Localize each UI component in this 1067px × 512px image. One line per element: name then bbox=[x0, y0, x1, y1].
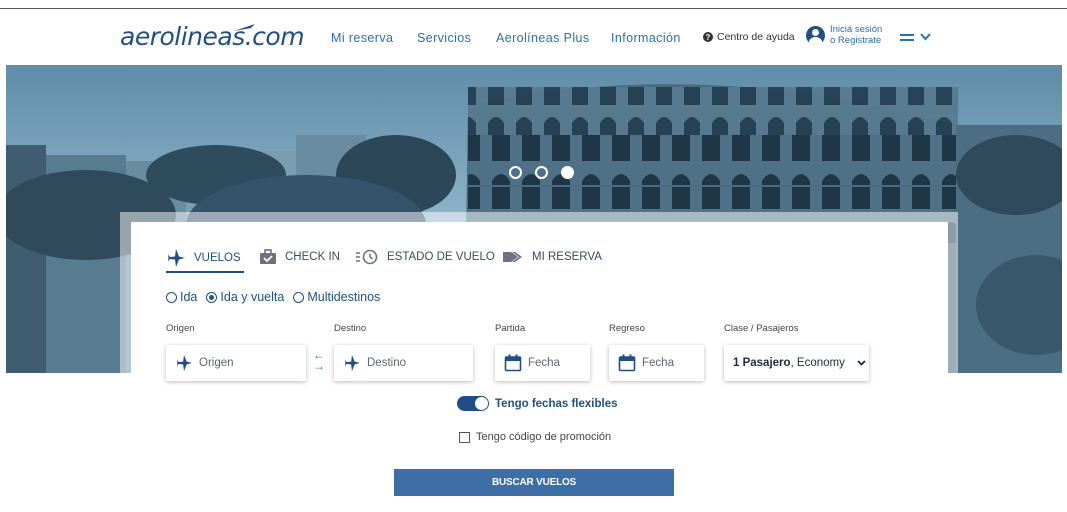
swap-route-button[interactable]: ← → bbox=[313, 349, 325, 373]
radio-multidestinos-circle bbox=[293, 291, 305, 303]
promo-code-row: Tengo código de promoción bbox=[459, 431, 611, 443]
radio-multidestinos-label: Multidestinos bbox=[307, 290, 381, 304]
destination-label: Destino bbox=[334, 323, 367, 334]
tab-mi-reserva-label: MI RESERVA bbox=[532, 251, 602, 263]
briefcase-check-icon bbox=[260, 249, 276, 264]
help-center-link[interactable]: ? Centro de ayuda bbox=[703, 31, 795, 43]
class-passengers-label: Clase / Pasajeros bbox=[724, 323, 799, 334]
nav-servicios[interactable]: Servicios bbox=[417, 31, 471, 45]
radio-multidestinos[interactable]: Multidestinos bbox=[293, 290, 380, 304]
class-passengers-select[interactable]: 1 Pasajero, Economy bbox=[724, 345, 869, 381]
departure-date-input[interactable]: Fecha bbox=[495, 345, 590, 381]
calendar-icon bbox=[618, 354, 636, 372]
tab-check-in-label: CHECK IN bbox=[285, 251, 340, 263]
chevron-down-icon bbox=[857, 360, 866, 366]
flight-status-clock-icon bbox=[356, 249, 378, 265]
main-menu-button[interactable] bbox=[900, 33, 931, 41]
login-line-2: o Registrate bbox=[830, 35, 882, 46]
origin-label: Origen bbox=[166, 323, 195, 334]
radio-ida-label: Ida bbox=[180, 290, 198, 304]
airplane-icon bbox=[344, 355, 360, 371]
nav-informacion[interactable]: Información bbox=[611, 31, 681, 45]
arrow-right-icon: → bbox=[313, 359, 325, 373]
flexible-dates-label: Tengo fechas flexibles bbox=[495, 397, 618, 410]
carousel-dot-3[interactable] bbox=[561, 166, 574, 179]
active-tab-indicator bbox=[166, 271, 244, 273]
departure-label: Partida bbox=[495, 323, 526, 334]
radio-ida[interactable]: Ida bbox=[166, 290, 197, 304]
airplane-icon bbox=[168, 249, 185, 267]
promo-code-checkbox[interactable] bbox=[459, 431, 470, 443]
tab-vuelos[interactable]: VUELOS bbox=[166, 249, 241, 267]
login-line-1: Iniciá sesión bbox=[830, 24, 883, 35]
aerolineas-logo[interactable]: aerolineas.com bbox=[120, 22, 305, 51]
plane-swoosh-icon bbox=[234, 24, 255, 31]
tab-check-in[interactable]: CHECK IN bbox=[259, 249, 340, 265]
tag-icon bbox=[503, 252, 522, 262]
tab-estado-de-vuelo[interactable]: ESTADO DE VUELO bbox=[355, 249, 495, 265]
carousel-dot-2[interactable] bbox=[535, 166, 548, 179]
return-label: Regreso bbox=[609, 323, 645, 334]
login-button[interactable]: Iniciá sesión o Registrate bbox=[806, 24, 882, 46]
carousel-dot-1[interactable] bbox=[509, 166, 522, 179]
carousel-dots bbox=[509, 166, 574, 179]
user-icon bbox=[806, 25, 825, 45]
airplane-icon bbox=[176, 355, 192, 371]
chevron-down-icon bbox=[920, 33, 931, 41]
site-header: aerolineas.com Mi reserva Servicios Aero… bbox=[0, 9, 1067, 65]
promo-code-label: Tengo código de promoción bbox=[476, 431, 612, 443]
return-date-input[interactable]: Fecha bbox=[609, 345, 704, 381]
radio-ida-y-vuelta-circle bbox=[206, 291, 218, 303]
origin-input[interactable]: Origen bbox=[166, 345, 306, 381]
radio-ida-circle bbox=[166, 291, 177, 303]
hamburger-icon bbox=[900, 33, 914, 41]
tab-vuelos-label: VUELOS bbox=[194, 252, 241, 264]
origin-placeholder: Origen bbox=[199, 357, 234, 369]
return-placeholder: Fecha bbox=[642, 357, 674, 369]
question-icon: ? bbox=[703, 32, 713, 42]
destination-input[interactable]: Destino bbox=[334, 345, 473, 381]
radio-ida-y-vuelta-label: Ida y vuelta bbox=[220, 290, 285, 304]
help-center-label: Centro de ayuda bbox=[717, 31, 795, 43]
departure-placeholder: Fecha bbox=[528, 357, 560, 369]
trip-type-selector: Ida Ida y vuelta Multidestinos bbox=[166, 290, 380, 304]
calendar-icon bbox=[504, 354, 522, 372]
radio-ida-y-vuelta[interactable]: Ida y vuelta bbox=[206, 290, 284, 304]
passenger-count: 1 Pasajero bbox=[733, 357, 791, 369]
passengers-value: 1 Pasajero, Economy bbox=[733, 357, 845, 369]
flexible-dates-row: Tengo fechas flexibles bbox=[457, 396, 618, 411]
destination-placeholder: Destino bbox=[367, 357, 406, 369]
login-label: Iniciá sesión o Registrate bbox=[830, 24, 882, 46]
flexible-dates-toggle[interactable] bbox=[457, 396, 489, 411]
search-flights-button[interactable]: BUSCAR VUELOS bbox=[394, 469, 674, 496]
cabin-class: , Economy bbox=[790, 357, 845, 369]
tab-mi-reserva[interactable]: MI RESERVA bbox=[502, 249, 602, 265]
nav-aerolineas-plus[interactable]: Aerolíneas Plus bbox=[496, 31, 590, 45]
tab-estado-label: ESTADO DE VUELO bbox=[387, 251, 495, 263]
nav-mi-reserva[interactable]: Mi reserva bbox=[331, 31, 393, 45]
